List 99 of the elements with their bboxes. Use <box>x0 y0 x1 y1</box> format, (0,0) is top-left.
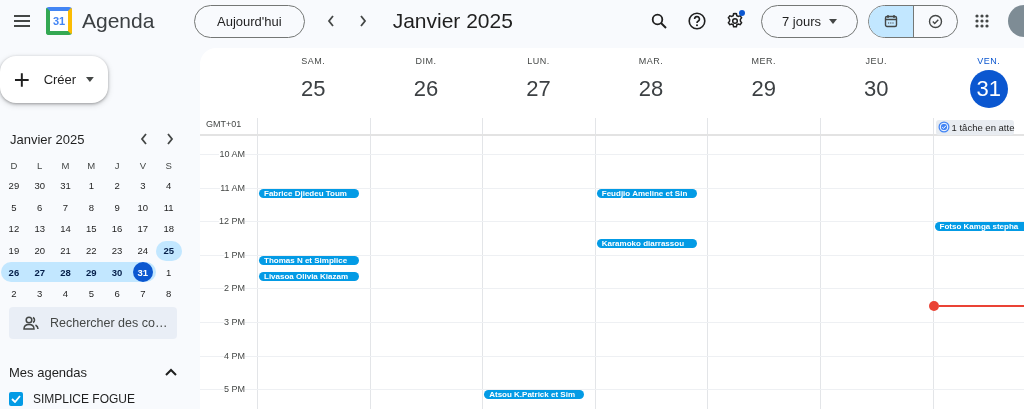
weekday-label: JEU. <box>865 56 887 66</box>
mini-calendar-day[interactable]: 30 <box>107 262 128 283</box>
weekday-label: M <box>86 158 97 173</box>
mini-calendar-day[interactable]: 15 <box>81 219 102 239</box>
settings-icon <box>725 12 744 30</box>
mini-calendar-day[interactable]: 8 <box>81 197 102 218</box>
mini-calendar-day[interactable]: 4 <box>158 175 179 196</box>
chevron-left-icon <box>326 15 335 27</box>
create-button[interactable]: Créer <box>0 56 108 103</box>
weekday-label: SAM. <box>301 56 326 66</box>
day-number[interactable]: 26 <box>406 70 445 108</box>
mini-calendar-day[interactable]: 21 <box>55 240 76 261</box>
caret-icon <box>86 77 94 82</box>
mini-calendar-day[interactable]: 2 <box>3 283 24 304</box>
weekday-label: V <box>138 158 148 173</box>
mini-calendar-day[interactable]: 31 <box>55 175 76 196</box>
weekday-label: MER. <box>751 56 776 66</box>
mini-calendar-day[interactable]: 2 <box>107 175 128 196</box>
day-number[interactable]: 28 <box>632 70 671 108</box>
mini-calendar-day[interactable]: 12 <box>3 219 24 239</box>
mini-calendar-day[interactable]: 3 <box>132 175 153 196</box>
people-icon <box>23 315 39 330</box>
apps-grid-icon <box>975 14 989 28</box>
mini-calendar-day[interactable]: 19 <box>3 240 24 261</box>
mini-calendar-day[interactable]: 5 <box>3 197 24 218</box>
hour-label: 11 AM <box>220 182 245 193</box>
app-name: Agenda <box>82 9 156 33</box>
hour-label: 5 PM <box>224 384 245 395</box>
weekday-label: J <box>113 158 121 173</box>
hour-label: 4 PM <box>224 350 245 361</box>
day-number[interactable]: 27 <box>519 70 558 108</box>
mini-calendar-day[interactable]: 3 <box>29 283 50 304</box>
calendar-icon <box>884 14 898 28</box>
mini-calendar-day[interactable]: 25 <box>158 240 179 261</box>
mini-calendar-day[interactable]: 6 <box>29 197 50 218</box>
mini-calendar-day[interactable]: 5 <box>81 283 102 304</box>
day-number[interactable]: 25 <box>294 70 333 108</box>
mini-calendar-day[interactable]: 29 <box>81 262 102 283</box>
mini-calendar-day[interactable]: 4 <box>55 283 76 304</box>
hour-label: 3 PM <box>224 316 245 327</box>
calendar-checkbox[interactable] <box>9 391 23 406</box>
hour-label: 2 PM <box>224 283 245 294</box>
weekday-label: L <box>36 158 44 173</box>
weekday-label: MAR. <box>638 56 664 66</box>
mini-calendar-day[interactable]: 23 <box>107 240 128 261</box>
mini-calendar-day[interactable]: 6 <box>107 283 128 304</box>
day-number[interactable]: 29 <box>744 70 783 108</box>
pending-task-chip[interactable]: 1 tâche en atte <box>935 119 1015 135</box>
chevron-right-icon <box>358 15 367 27</box>
mini-calendar-day[interactable]: 9 <box>107 197 128 218</box>
mini-calendar-day[interactable]: 13 <box>29 219 50 239</box>
calendar-name: SIMPLICE FOGUE <box>33 391 136 406</box>
period-title: Janvier 2025 <box>392 9 513 33</box>
help-icon <box>687 12 706 30</box>
weekday-label: S <box>164 158 173 173</box>
mini-calendar-day[interactable]: 7 <box>55 197 76 218</box>
caret-icon <box>829 18 837 24</box>
mini-calendar-title: Janvier 2025 <box>10 131 86 147</box>
my-calendars-header[interactable]: Mes agendas <box>9 364 177 380</box>
view-toggle[interactable] <box>869 5 913 37</box>
chevron-right-icon <box>166 133 174 145</box>
mini-calendar-day[interactable]: 7 <box>132 283 153 304</box>
mini-calendar-day[interactable]: 1 <box>81 175 102 196</box>
mini-calendar-day[interactable]: 29 <box>3 175 24 196</box>
task-check-icon <box>937 121 950 133</box>
chevron-left-icon <box>140 133 148 145</box>
people-search-field[interactable]: Rechercher des co… <box>9 306 177 339</box>
mini-calendar-day[interactable]: 10 <box>132 197 153 218</box>
mini-calendar-day[interactable]: 14 <box>55 219 76 239</box>
mini-calendar-day[interactable]: 26 <box>3 262 24 283</box>
weekday-label: M <box>60 158 71 173</box>
mini-calendar-day[interactable]: 8 <box>158 283 179 304</box>
weekday-label: DIM. <box>415 56 437 66</box>
mini-calendar-day[interactable]: 27 <box>29 262 50 283</box>
mini-calendar-day[interactable]: 30 <box>29 175 50 196</box>
task-check-icon <box>928 13 943 29</box>
day-number[interactable]: 31 <box>969 70 1008 108</box>
plus-icon <box>14 71 30 88</box>
weekday-label: LUN. <box>527 56 550 66</box>
day-number[interactable]: 30 <box>857 70 896 108</box>
mini-calendar-day[interactable]: 18 <box>158 219 179 239</box>
mini-calendar-day[interactable]: 31 <box>132 262 153 283</box>
hour-label: 12 PM <box>219 216 245 227</box>
hour-label: 10 AM <box>219 149 245 159</box>
hour-label: 1 PM <box>224 249 245 260</box>
mini-calendar-day[interactable]: 16 <box>107 219 128 239</box>
mini-calendar-day[interactable]: 20 <box>29 240 50 261</box>
mini-calendar-day[interactable]: 28 <box>55 262 76 283</box>
calendar-logo: 31 <box>46 7 72 35</box>
weekday-label: VEN. <box>977 56 1001 66</box>
mini-calendar-day[interactable]: 22 <box>81 240 102 261</box>
mini-calendar-day[interactable]: 1 <box>158 262 179 283</box>
menu-icon <box>14 15 30 27</box>
mini-calendar-day[interactable]: 11 <box>158 197 179 218</box>
mini-calendar-day[interactable]: 24 <box>132 240 153 261</box>
timezone-label: GMT+01 <box>205 118 243 131</box>
mini-calendar-day[interactable]: 17 <box>132 219 153 239</box>
search-icon <box>650 13 667 29</box>
weekday-label: D <box>9 158 19 173</box>
